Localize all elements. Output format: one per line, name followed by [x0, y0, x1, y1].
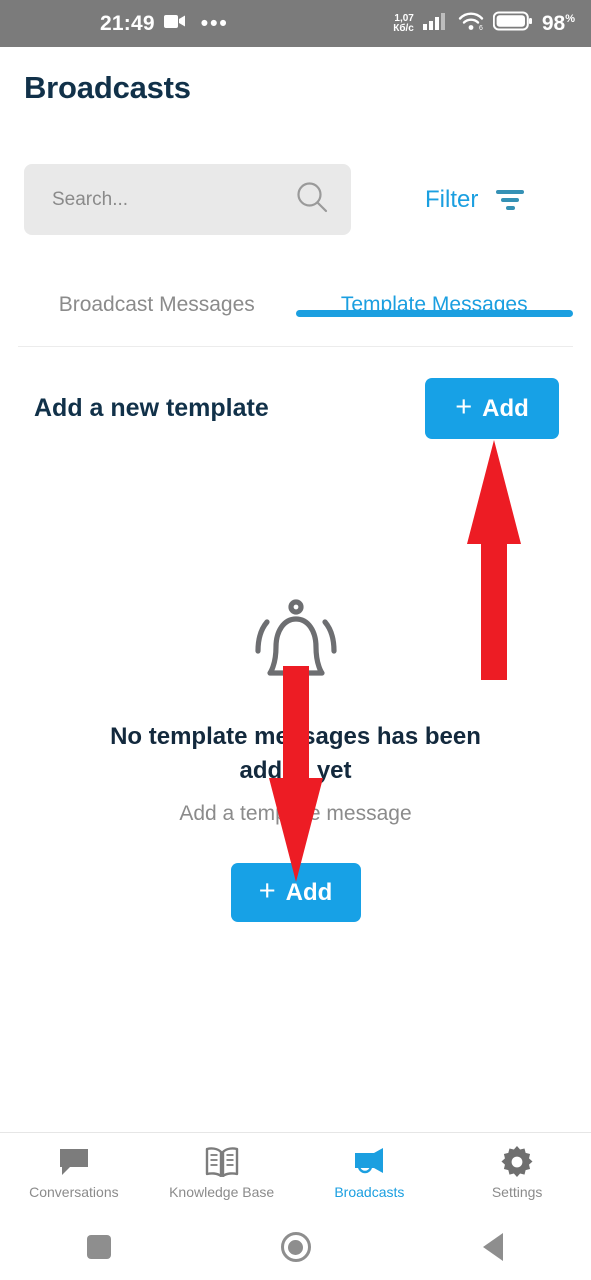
tab-bar: Broadcast Messages Template Messages: [18, 285, 573, 347]
search-placeholder: Search...: [52, 188, 129, 210]
add-template-button-top[interactable]: + Add: [425, 378, 559, 439]
nav-item-conversations-label: Conversations: [29, 1184, 119, 1200]
filter-label: Filter: [425, 185, 479, 213]
phone-screen: 21:49 ••• 1,07 Кб/c 6 98% Broadcasts Sea…: [0, 0, 591, 1280]
add-template-button-bottom-label: Add: [285, 878, 333, 906]
add-new-template-row: Add a new template + Add: [34, 378, 559, 439]
home-button[interactable]: [197, 1232, 394, 1262]
nav-item-knowledge-base-label: Knowledge Base: [169, 1184, 275, 1200]
android-system-navigation-bar: [0, 1214, 591, 1280]
square-recents-icon: [86, 1235, 111, 1259]
recents-button[interactable]: [0, 1235, 197, 1259]
empty-state-title: No template messages has been added yet: [110, 723, 481, 785]
circle-home-icon: [280, 1232, 311, 1262]
gear-icon: [501, 1146, 533, 1178]
chat-bubble-icon: [58, 1147, 90, 1177]
triangle-back-icon: [482, 1233, 503, 1261]
nav-item-broadcasts[interactable]: Broadcasts: [296, 1147, 444, 1200]
active-tab-underline: [295, 310, 573, 317]
search-icon[interactable]: [295, 180, 329, 219]
nav-item-settings[interactable]: Settings: [443, 1146, 591, 1200]
search-input[interactable]: Search...: [24, 164, 351, 235]
nav-item-broadcasts-label: Broadcasts: [334, 1184, 405, 1200]
status-bar-clock: 21:49: [100, 11, 155, 35]
status-bar: 21:49 ••• 1,07 Кб/c 6 98%: [0, 0, 591, 47]
status-bar-left: 21:49 •••: [100, 12, 229, 36]
megaphone-icon: [352, 1147, 386, 1177]
network-speed-indicator: 1,07 Кб/c: [393, 12, 414, 34]
add-template-button-top-label: Add: [482, 394, 529, 422]
nav-item-knowledge-base[interactable]: Knowledge Base: [148, 1147, 296, 1200]
battery-percentage: 98%: [541, 11, 575, 35]
add-new-template-title: Add a new template: [34, 394, 269, 422]
filter-button[interactable]: Filter: [425, 185, 525, 214]
add-template-button-bottom[interactable]: + Add: [230, 863, 361, 923]
cellular-signal-icon: [422, 12, 449, 35]
battery-icon: [492, 11, 533, 36]
plus-icon: +: [455, 390, 473, 423]
back-button[interactable]: [394, 1233, 591, 1261]
tab-template-messages[interactable]: Template Messages: [295, 285, 573, 317]
bottom-navigation-bar: Conversations Knowledge Base Broadcasts …: [0, 1132, 591, 1214]
video-camera-icon: [163, 14, 186, 34]
filter-icon[interactable]: [496, 189, 525, 210]
empty-state: No template messages has been added yet …: [0, 595, 591, 923]
empty-state-subtitle: Add a template message: [179, 802, 412, 826]
status-bar-right: 1,07 Кб/c 6 98%: [393, 11, 575, 36]
tab-broadcast-messages-label: Broadcast Messages: [58, 293, 255, 316]
network-speed-value: 1,07: [394, 12, 414, 24]
search-filter-row: Search... Filter: [24, 164, 567, 235]
wifi-icon: 6: [458, 12, 484, 36]
tab-broadcast-messages[interactable]: Broadcast Messages: [18, 285, 296, 317]
page-title: Broadcasts: [24, 70, 191, 105]
wifi-generation-badge: 6: [479, 25, 483, 31]
book-icon: [205, 1147, 239, 1177]
plus-icon: +: [258, 874, 276, 907]
nav-item-settings-label: Settings: [491, 1184, 543, 1200]
bell-icon: [236, 595, 356, 687]
nav-item-conversations[interactable]: Conversations: [0, 1147, 148, 1200]
status-bar-overflow-dots: •••: [200, 11, 229, 35]
network-speed-unit: Кб/c: [393, 22, 414, 34]
